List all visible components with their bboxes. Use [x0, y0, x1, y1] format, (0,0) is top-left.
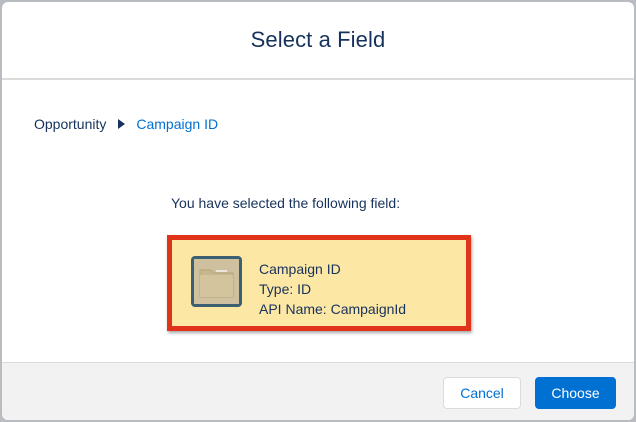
selected-field-card-body: Campaign ID Type: ID API Name: CampaignI…: [175, 243, 463, 323]
selection-intro-text: You have selected the following field:: [171, 195, 401, 211]
selected-field-api-name: API Name: CampaignId: [259, 301, 407, 317]
selected-field-card: Campaign ID Type: ID API Name: CampaignI…: [167, 235, 471, 331]
cancel-button[interactable]: Cancel: [443, 377, 521, 409]
breadcrumb: Opportunity Campaign ID: [34, 115, 218, 133]
breadcrumb-separator-arrow-icon: [118, 119, 126, 129]
breadcrumb-root-opportunity[interactable]: Opportunity: [34, 116, 106, 132]
selected-field-type: Type: ID: [259, 281, 312, 297]
modal-footer: Cancel Choose: [2, 362, 634, 420]
select-field-modal: Select a Field Opportunity Campaign ID Y…: [2, 2, 634, 420]
selected-field-details: Campaign ID Type: ID API Name: CampaignI…: [259, 259, 406, 319]
modal-header: Select a Field: [2, 2, 634, 80]
breadcrumb-current-field[interactable]: Campaign ID: [136, 116, 218, 132]
selected-field-name: Campaign ID: [259, 261, 341, 277]
folder-icon: [191, 256, 242, 307]
folder-icon-graphic: [194, 259, 239, 304]
choose-button[interactable]: Choose: [535, 377, 616, 409]
modal-title: Select a Field: [250, 27, 386, 52]
